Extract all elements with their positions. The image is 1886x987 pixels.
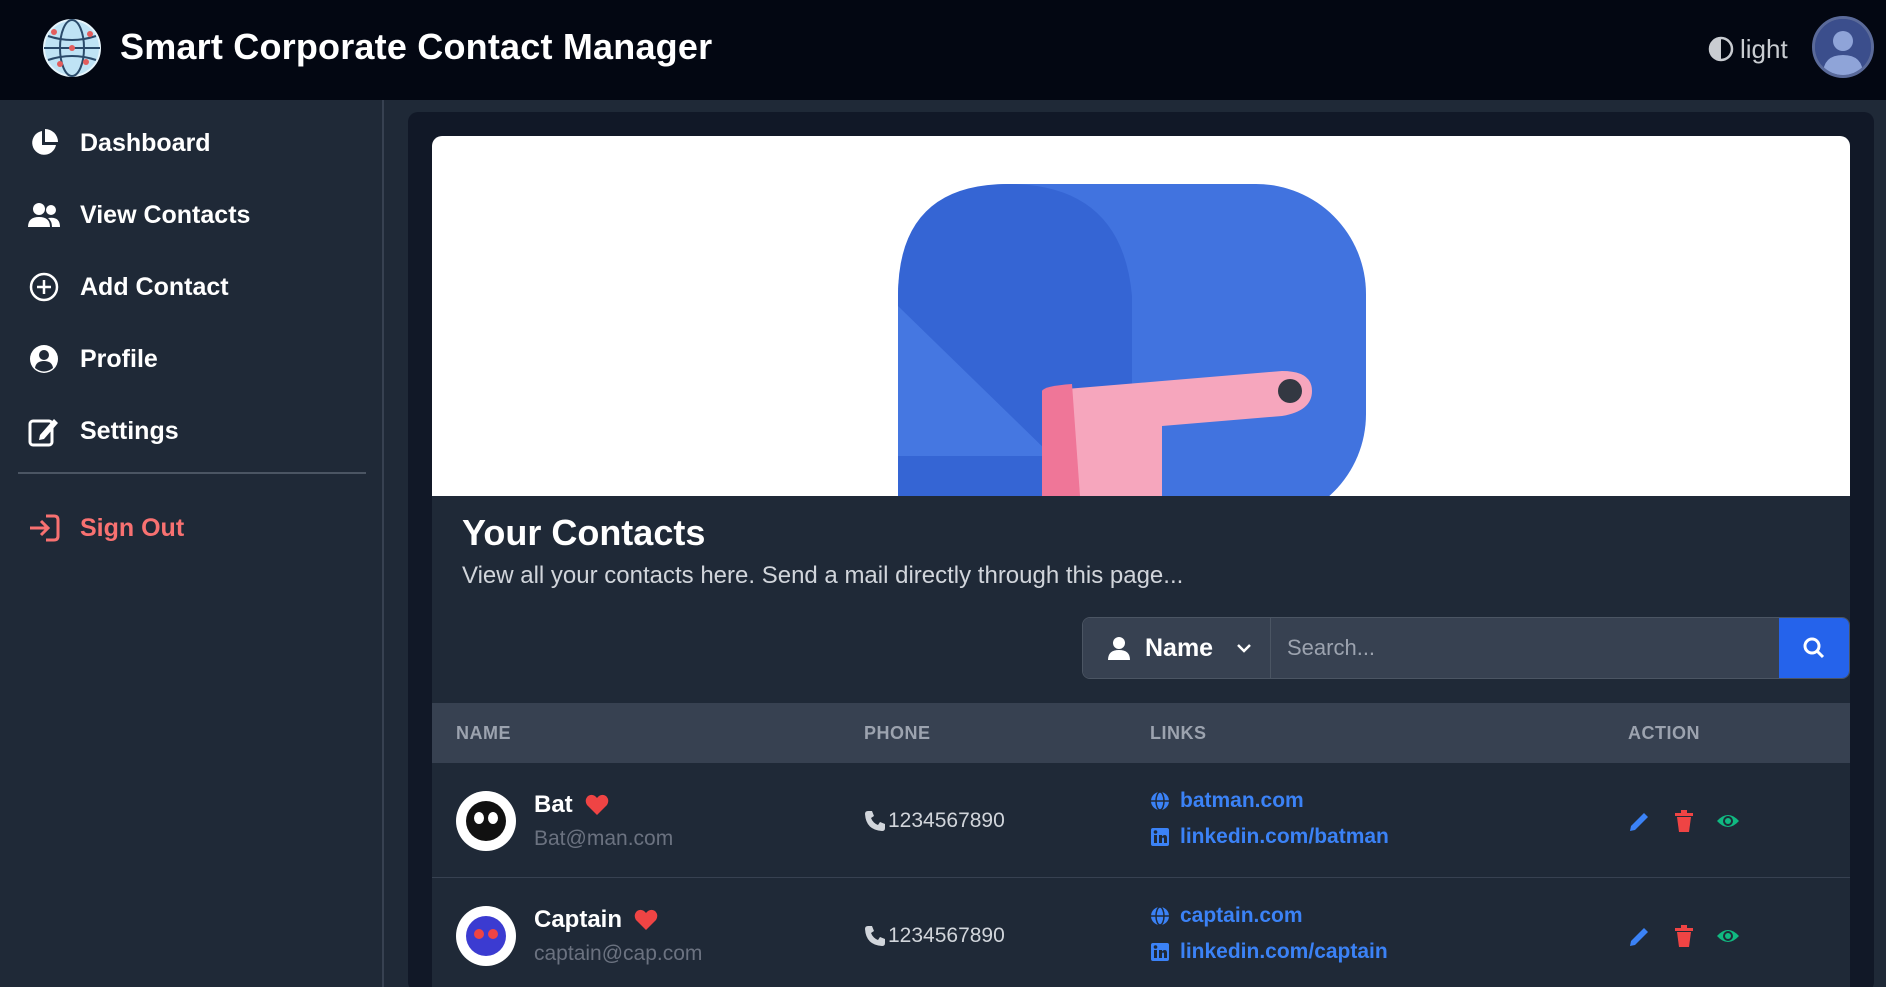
bat-avatar-icon	[466, 801, 506, 841]
contact-website-link[interactable]: batman.com	[1150, 789, 1304, 813]
table-header: NAME PHONE LINKS ACTION	[432, 703, 1850, 763]
edit-button[interactable]	[1628, 809, 1652, 833]
sidebar-item-add-contact[interactable]: Add Contact	[28, 263, 358, 311]
search-field-label: Name	[1145, 633, 1214, 662]
sign-out-label: Sign Out	[80, 513, 185, 542]
contact-avatar	[456, 791, 516, 851]
view-button[interactable]	[1716, 809, 1740, 833]
column-header-name: NAME	[456, 723, 511, 743]
sidebar-item-label: Dashboard	[80, 128, 211, 157]
contact-phone: 1234567890	[888, 924, 1005, 947]
sidebar-item-view-contacts[interactable]: View Contacts	[28, 191, 358, 239]
user-avatar-icon	[1815, 19, 1871, 75]
search-field-select[interactable]: Name	[1083, 618, 1271, 678]
contact-website: batman.com	[1180, 789, 1304, 812]
globe-icon	[1151, 791, 1169, 811]
trash-icon	[1675, 925, 1693, 947]
sidebar-item-profile[interactable]: Profile	[28, 335, 358, 383]
column-header-action: ACTION	[1628, 723, 1700, 743]
theme-toggle-label: light	[1740, 33, 1788, 64]
plus-circle-icon	[29, 272, 59, 302]
favorite-heart-icon	[634, 909, 658, 930]
user-avatar-button[interactable]	[1812, 16, 1874, 78]
contact-email: Bat@man.com	[534, 827, 674, 850]
phone-icon	[865, 926, 885, 946]
contact-linkedin: linkedin.com/captain	[1180, 940, 1388, 963]
sign-out-icon	[30, 514, 60, 542]
mailbox-illustration	[898, 184, 1366, 496]
globe-network-logo-icon	[43, 19, 101, 77]
sidebar-item-sign-out[interactable]: Sign Out	[28, 504, 358, 552]
edit-button[interactable]	[1628, 924, 1652, 948]
globe-icon	[1151, 906, 1169, 926]
contact-email: captain@cap.com	[534, 942, 703, 965]
linkedin-icon	[1151, 943, 1169, 961]
eye-icon	[1717, 815, 1739, 827]
contact-linkedin-link[interactable]: linkedin.com/captain	[1150, 940, 1388, 964]
linkedin-icon	[1151, 828, 1169, 846]
sidebar-item-label: Settings	[80, 416, 179, 445]
user-icon	[1108, 637, 1130, 660]
search-bar: Name	[1082, 617, 1850, 679]
page-title: Your Contacts	[462, 512, 706, 553]
users-icon	[28, 203, 60, 227]
theme-toggle-button[interactable]: light	[1708, 30, 1788, 68]
eye-icon	[1717, 930, 1739, 942]
column-header-phone: PHONE	[864, 723, 931, 743]
edit-icon	[28, 419, 58, 447]
sidebar-item-label: View Contacts	[80, 200, 251, 229]
row-actions	[1628, 924, 1740, 948]
contact-phone: 1234567890	[888, 809, 1005, 832]
search-button[interactable]	[1779, 618, 1849, 678]
app-title: Smart Corporate Contact Manager	[120, 26, 713, 67]
delete-button[interactable]	[1672, 809, 1696, 833]
contact-website-link[interactable]: captain.com	[1150, 904, 1303, 928]
pencil-icon	[1630, 928, 1648, 946]
half-circle-icon	[1708, 36, 1734, 62]
pencil-icon	[1630, 813, 1648, 831]
table-row: Bat Bat@man.com 1234567890 batman.com li…	[432, 763, 1850, 878]
sidebar: Dashboard View Contacts Add Contact Prof…	[0, 100, 384, 987]
favorite-heart-icon	[585, 794, 608, 815]
contacts-banner-image	[432, 136, 1850, 496]
page-subtitle: View all your contacts here. Send a mail…	[462, 562, 1184, 589]
contact-name-wrapper: Captain	[534, 906, 658, 934]
table-row: Captain captain@cap.com 1234567890 capta…	[432, 878, 1850, 987]
captain-avatar-icon	[466, 916, 506, 956]
row-actions	[1628, 809, 1740, 833]
contact-linkedin: linkedin.com/batman	[1180, 825, 1389, 848]
sidebar-divider	[18, 472, 366, 474]
contact-name-wrapper: Bat	[534, 791, 609, 819]
delete-button[interactable]	[1672, 924, 1696, 948]
search-icon	[1803, 637, 1825, 659]
contact-linkedin-link[interactable]: linkedin.com/batman	[1150, 825, 1389, 849]
phone-icon	[865, 811, 885, 831]
contact-phone-cell: 1234567890	[864, 809, 1005, 833]
view-button[interactable]	[1716, 924, 1740, 948]
contact-avatar	[456, 906, 516, 966]
search-input[interactable]	[1271, 618, 1779, 678]
trash-icon	[1675, 810, 1693, 832]
sidebar-item-label: Profile	[80, 344, 158, 373]
sidebar-item-settings[interactable]: Settings	[28, 407, 358, 455]
sidebar-item-label: Add Contact	[80, 272, 229, 301]
contact-name: Bat	[534, 791, 573, 818]
top-navbar: Smart Corporate Contact Manager light	[0, 0, 1886, 100]
sidebar-item-dashboard[interactable]: Dashboard	[28, 119, 358, 167]
user-circle-icon	[30, 345, 58, 373]
pie-chart-icon	[32, 129, 58, 155]
contact-name: Captain	[534, 906, 623, 933]
chevron-down-icon	[1237, 644, 1251, 653]
column-header-links: LINKS	[1150, 723, 1207, 743]
contact-website: captain.com	[1180, 904, 1303, 927]
contact-phone-cell: 1234567890	[864, 924, 1005, 948]
